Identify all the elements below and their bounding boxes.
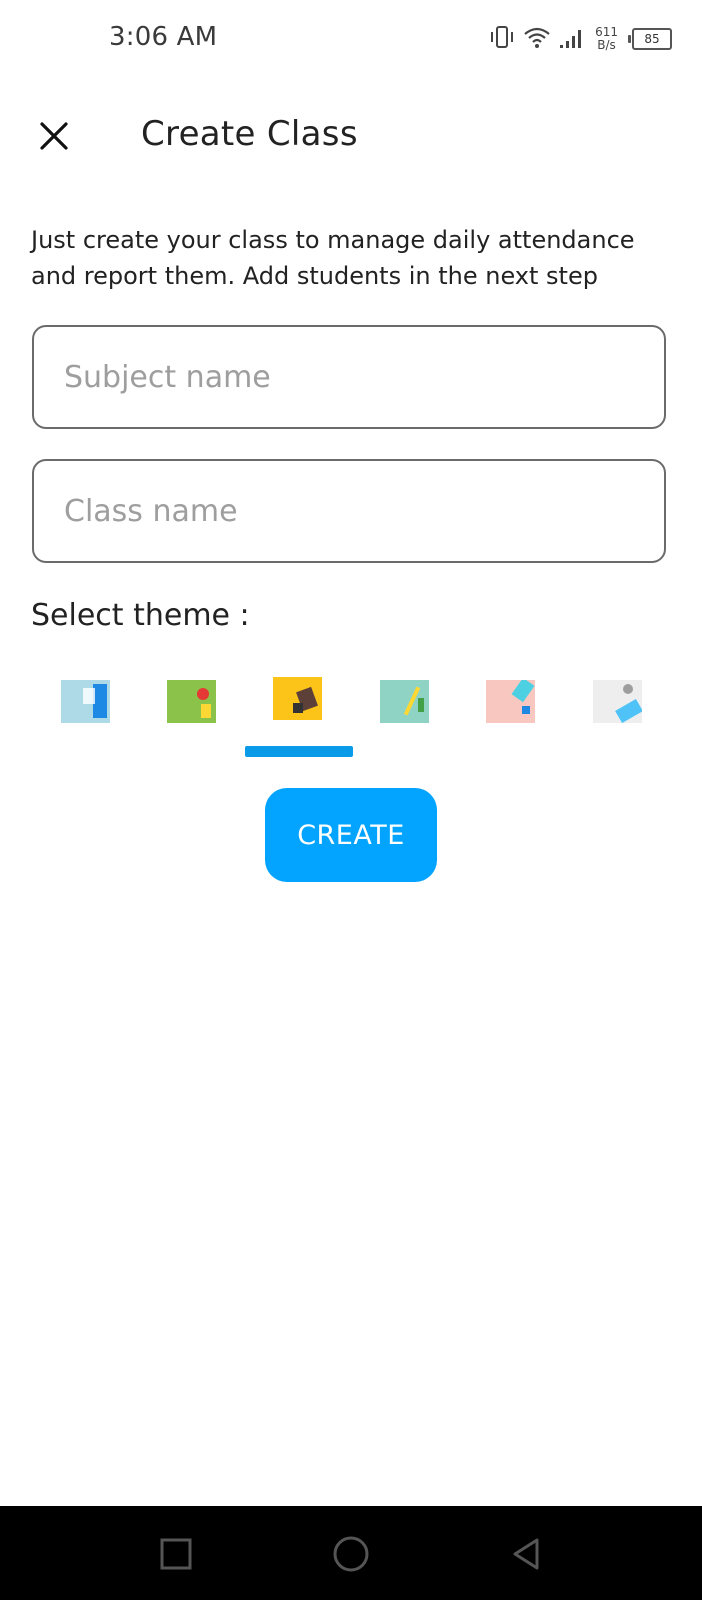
wifi-icon bbox=[523, 25, 551, 53]
battery-level: 85 bbox=[644, 32, 660, 46]
net-speed: 611 B/s bbox=[595, 26, 618, 52]
theme-thumb-yellow[interactable] bbox=[273, 677, 322, 720]
recents-square-icon bbox=[160, 1538, 192, 1570]
theme-accent bbox=[197, 688, 209, 700]
home-circle-icon bbox=[333, 1536, 369, 1572]
vibrate-icon bbox=[489, 25, 515, 53]
theme-paper bbox=[83, 688, 95, 704]
back-triangle-icon bbox=[513, 1538, 539, 1570]
theme-thumb-white[interactable] bbox=[593, 680, 642, 723]
theme-accent bbox=[93, 684, 107, 718]
theme-selector bbox=[0, 675, 702, 775]
theme-thumb-blue[interactable] bbox=[61, 680, 110, 723]
battery-icon: 85 bbox=[628, 28, 672, 50]
subject-name-input[interactable] bbox=[34, 327, 664, 427]
close-button[interactable] bbox=[30, 112, 78, 160]
status-icons: 611 B/s 85 bbox=[489, 22, 672, 56]
theme-dot bbox=[293, 703, 303, 713]
theme-dot bbox=[522, 706, 530, 714]
subject-name-field[interactable] bbox=[32, 325, 666, 429]
description-text: Just create your class to manage daily a… bbox=[31, 226, 635, 290]
signal-icon bbox=[559, 25, 587, 53]
recents-button[interactable] bbox=[154, 1532, 198, 1576]
theme-dot bbox=[418, 698, 424, 712]
create-button[interactable]: CREATE bbox=[265, 788, 437, 882]
class-name-field[interactable] bbox=[32, 459, 666, 563]
theme-dot bbox=[201, 704, 211, 718]
status-bar: 3:06 AM 611 B/s 85 bbox=[0, 0, 702, 80]
select-theme-label: Select theme : bbox=[31, 598, 250, 633]
close-icon bbox=[40, 122, 68, 150]
back-button[interactable] bbox=[505, 1532, 549, 1576]
home-button[interactable] bbox=[329, 1532, 373, 1576]
theme-dot bbox=[623, 684, 633, 694]
theme-thumb-mint[interactable] bbox=[380, 680, 429, 723]
status-time: 3:06 AM bbox=[109, 22, 218, 52]
class-name-input[interactable] bbox=[34, 461, 664, 561]
selected-theme-indicator bbox=[245, 746, 353, 757]
navigation-bar bbox=[0, 1506, 702, 1600]
app-bar: Create Class bbox=[0, 100, 702, 170]
page-title: Create Class bbox=[141, 114, 358, 154]
theme-thumb-green[interactable] bbox=[167, 680, 216, 723]
theme-thumb-pink[interactable] bbox=[486, 680, 535, 723]
net-speed-unit: B/s bbox=[597, 38, 616, 52]
